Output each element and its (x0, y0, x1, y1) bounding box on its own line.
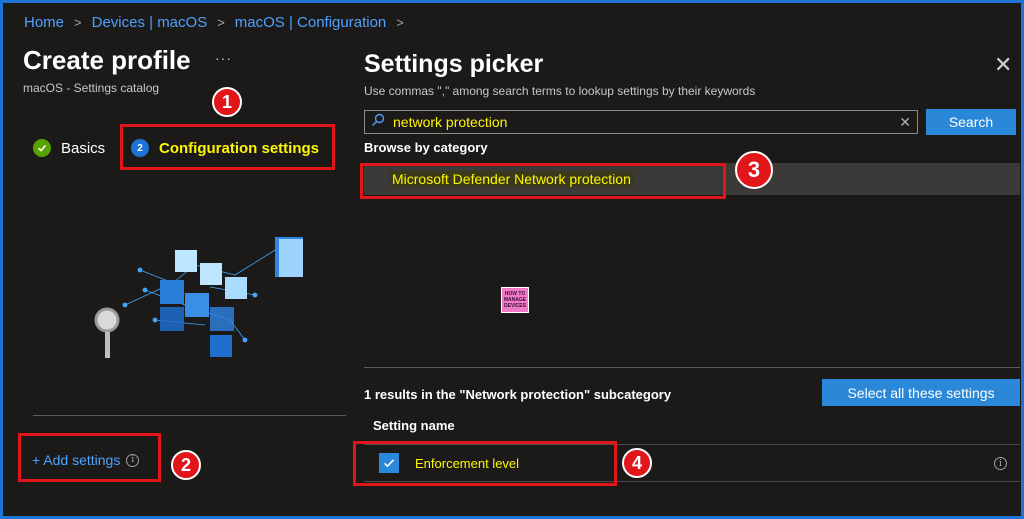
splitter[interactable] (364, 367, 1020, 368)
breadcrumb-macos-configuration[interactable]: macOS | Configuration (235, 14, 386, 31)
breadcrumb-home[interactable]: Home (24, 14, 64, 31)
tab-basics[interactable]: Basics (33, 139, 105, 157)
checkmark-icon (383, 459, 395, 468)
search-box: ✕ (364, 110, 918, 134)
search-input[interactable] (393, 114, 892, 130)
results-summary: 1 results in the "Network protection" su… (364, 387, 672, 402)
settings-illustration (94, 237, 303, 358)
table-row[interactable]: Enforcement level (415, 456, 519, 471)
table-divider (364, 481, 1020, 482)
column-header-setting-name: Setting name (373, 418, 455, 433)
annotation-badge: 3 (735, 151, 773, 189)
breadcrumb-devices-macos[interactable]: Devices | macOS (92, 14, 208, 31)
divider (33, 415, 346, 416)
search-button[interactable]: Search (926, 109, 1016, 135)
breadcrumb-separator: > (217, 15, 225, 30)
breadcrumb: Home > Devices | macOS > macOS | Configu… (24, 14, 404, 31)
magnifier-icon (94, 307, 120, 358)
search-icon (371, 113, 385, 132)
breadcrumb-separator: > (396, 15, 404, 30)
table-divider (364, 444, 1020, 445)
annotation-badge: 1 (212, 87, 242, 117)
step-number-badge: 2 (131, 139, 149, 157)
clear-search-icon[interactable]: ✕ (899, 114, 911, 131)
settings-picker-title: Settings picker (364, 50, 544, 78)
page-title: Create profile (23, 45, 191, 75)
browse-by-category-label: Browse by category (364, 140, 488, 155)
watermark-logo: HOW TO MANAGE DEVICES (501, 287, 529, 313)
tab-configuration-settings-label: Configuration settings (159, 139, 319, 157)
add-settings-link[interactable]: + Add settings i (32, 452, 140, 468)
checkmark-icon (33, 139, 51, 157)
tab-basics-label: Basics (61, 139, 106, 157)
close-icon[interactable]: ✕ (994, 52, 1012, 78)
watermark-line: DEVICES (504, 303, 526, 309)
annotation-badge: 4 (622, 448, 652, 478)
category-microsoft-defender-network-protection[interactable]: Microsoft Defender Network protection (389, 171, 634, 187)
info-icon[interactable]: i (126, 453, 140, 467)
tab-configuration-settings[interactable]: 2 Configuration settings (131, 139, 319, 157)
more-options-button[interactable]: ··· (215, 50, 232, 66)
settings-picker-hint: Use commas "," among search terms to loo… (364, 84, 756, 98)
select-all-settings-button[interactable]: Select all these settings (822, 379, 1020, 406)
annotation-badge: 2 (171, 450, 201, 480)
page-subtitle: macOS - Settings catalog (23, 81, 160, 95)
breadcrumb-separator: > (74, 15, 82, 30)
info-icon[interactable]: i (994, 457, 1007, 470)
setting-checkbox[interactable] (379, 453, 399, 473)
add-settings-label: + Add settings (32, 452, 121, 468)
